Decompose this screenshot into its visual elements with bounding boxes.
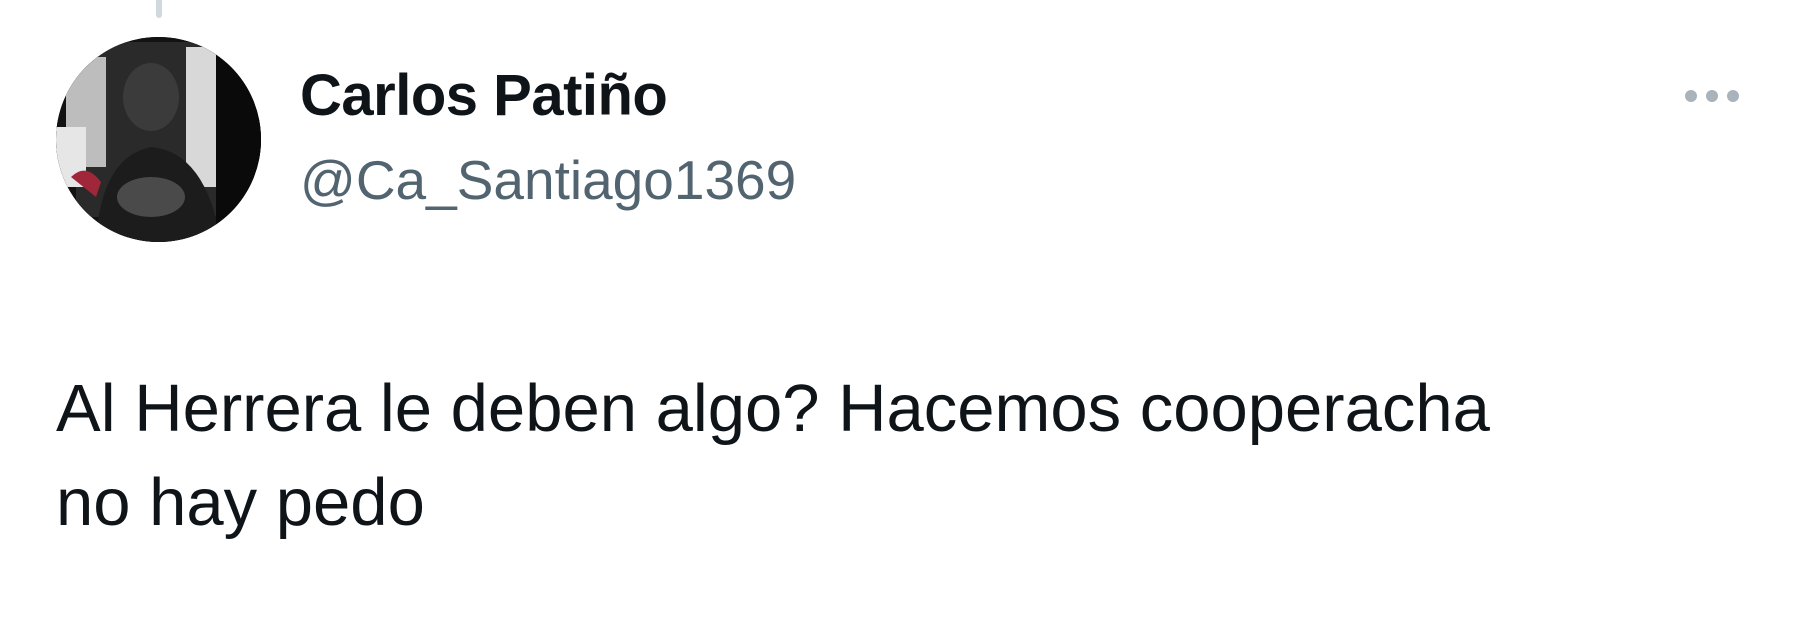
tweet-text: Al Herrera le deben algo? Hacemos cooper… <box>56 371 1490 540</box>
author-display-name[interactable]: Carlos Patiño <box>300 62 668 129</box>
avatar-photo <box>56 37 261 242</box>
more-horizontal-icon <box>1706 90 1718 102</box>
thread-connector-line <box>156 0 162 18</box>
more-horizontal-icon <box>1685 90 1697 102</box>
author-handle[interactable]: @Ca_Santiago1369 <box>300 148 796 212</box>
avatar[interactable] <box>56 37 261 242</box>
more-horizontal-icon <box>1727 90 1739 102</box>
more-options-button[interactable] <box>1672 78 1752 114</box>
